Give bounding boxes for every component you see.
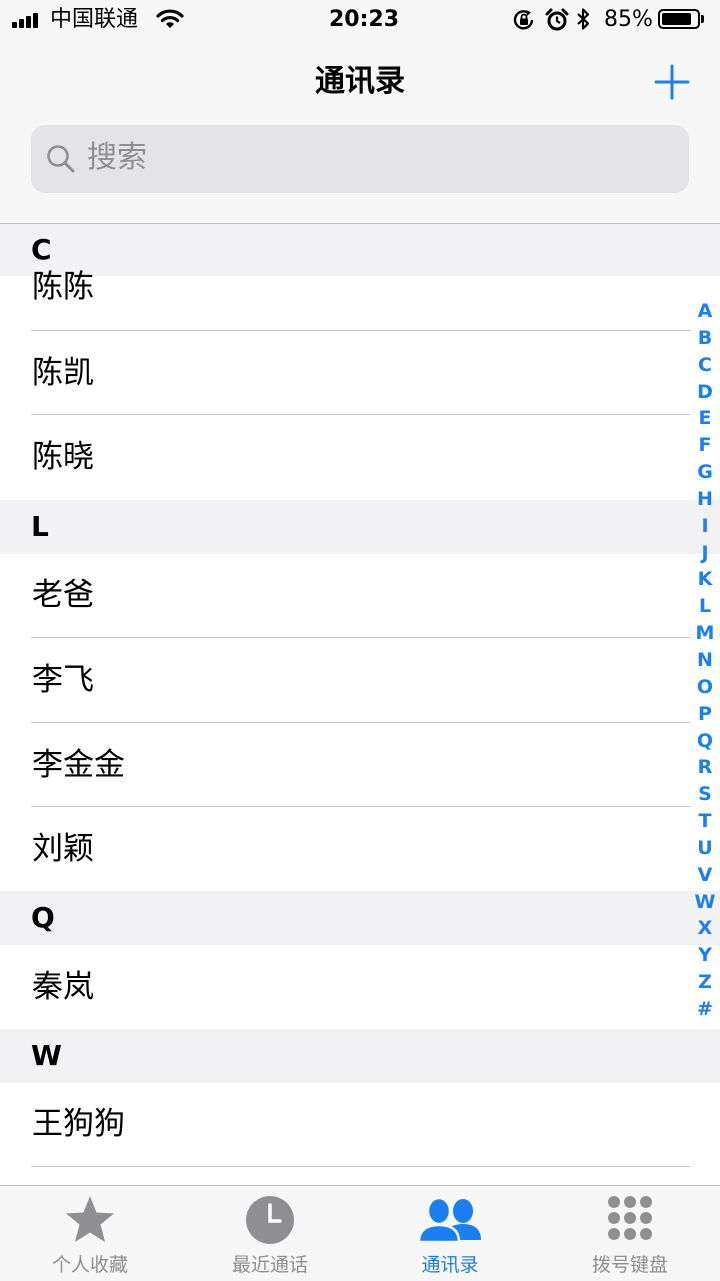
row-separator	[31, 1166, 690, 1167]
index-letter[interactable]: F	[692, 432, 718, 459]
contact-row[interactable]: 李飞	[0, 638, 720, 722]
contact-row[interactable]: 李金金	[0, 723, 720, 806]
battery-icon	[658, 9, 700, 29]
contact-name: 陈晓	[32, 439, 94, 475]
tab-keypad[interactable]: 拨号键盘	[540, 1186, 720, 1281]
bluetooth-icon	[575, 7, 591, 35]
contact-name: 王狗狗	[32, 1106, 125, 1142]
battery-nub	[701, 15, 704, 23]
search-icon	[45, 143, 77, 179]
contact-row[interactable]: 老爸	[0, 554, 720, 637]
index-letter[interactable]: C	[692, 352, 718, 379]
tab-label: 最近通话	[231, 1254, 308, 1276]
contact-row[interactable]: 刘颖	[0, 807, 720, 891]
index-letter[interactable]: Z	[692, 969, 718, 996]
search-placeholder: 搜索	[87, 140, 147, 175]
section-letter: Q	[31, 901, 55, 934]
index-letter[interactable]: R	[692, 754, 718, 781]
section-header-l: L	[0, 500, 720, 554]
index-letter[interactable]: Y	[692, 942, 718, 969]
index-letter[interactable]: U	[692, 835, 718, 862]
index-letter[interactable]: B	[692, 325, 718, 352]
index-letter[interactable]: P	[692, 701, 718, 728]
tab-label: 拨号键盘	[591, 1254, 668, 1276]
contact-row[interactable]: 王狗狗	[0, 1083, 720, 1167]
contacts-icon	[360, 1194, 540, 1250]
contact-row[interactable]: 秦岚	[0, 945, 720, 1029]
tab-bar: 个人收藏 最近通话 通讯录 拨号键盘	[0, 1185, 720, 1281]
index-letter[interactable]: K	[692, 566, 718, 593]
index-letter[interactable]: N	[692, 647, 718, 674]
contact-row[interactable]: 陈晓	[0, 415, 720, 500]
index-letter[interactable]: I	[692, 513, 718, 540]
index-letter[interactable]: X	[692, 915, 718, 942]
index-letter[interactable]: O	[692, 674, 718, 701]
battery-percent: 85%	[604, 7, 653, 32]
section-letter: L	[31, 510, 49, 543]
index-letter[interactable]: W	[692, 889, 718, 916]
contact-name: 李飞	[32, 662, 94, 698]
section-header-w: W	[0, 1029, 720, 1083]
section-letter: C	[31, 233, 52, 266]
section-letter: W	[31, 1039, 62, 1072]
contact-name: 刘颖	[32, 831, 94, 867]
tab-label: 个人收藏	[51, 1254, 128, 1276]
index-letter[interactable]: G	[692, 459, 718, 486]
index-letter[interactable]: S	[692, 781, 718, 808]
index-letter[interactable]: J	[692, 540, 718, 567]
keypad-icon	[540, 1194, 720, 1250]
plus-icon	[654, 64, 690, 100]
index-letter[interactable]: E	[692, 405, 718, 432]
contact-name: 李金金	[32, 747, 125, 783]
contact-name: 老爸	[32, 577, 94, 613]
contact-row[interactable]: 陈陈	[0, 272, 720, 330]
status-bar: 中国联通 20:23 85%	[0, 0, 720, 40]
index-letter[interactable]: T	[692, 808, 718, 835]
search-input[interactable]: 搜索	[31, 125, 689, 193]
section-header-c: C	[0, 224, 720, 276]
contact-name: 秦岚	[32, 969, 94, 1005]
tab-recents[interactable]: 最近通话	[180, 1186, 360, 1281]
contact-name: 陈陈	[32, 269, 94, 305]
index-letter[interactable]: L	[692, 593, 718, 620]
alarm-icon	[545, 8, 569, 36]
add-contact-button[interactable]	[650, 60, 694, 104]
index-letter[interactable]: M	[692, 620, 718, 647]
index-letter[interactable]: A	[692, 298, 718, 325]
tab-label: 通讯录	[421, 1254, 479, 1276]
navigation-header: 通讯录 搜索	[0, 40, 720, 224]
index-letter[interactable]: #	[692, 996, 718, 1023]
rotation-lock-icon	[512, 9, 536, 35]
index-letter[interactable]: V	[692, 862, 718, 889]
tab-favorites[interactable]: 个人收藏	[0, 1186, 180, 1281]
index-letter[interactable]: D	[692, 379, 718, 406]
clock-icon	[180, 1194, 360, 1250]
alphabet-index[interactable]: A B C D E F G H I J K L M N O P Q R S T U V W X Y Z #	[692, 298, 718, 1023]
page-title: 通讯录	[315, 64, 405, 99]
section-header-q: Q	[0, 891, 720, 945]
tab-contacts[interactable]: 通讯录	[360, 1186, 540, 1281]
index-letter[interactable]: Q	[692, 728, 718, 755]
contact-name: 陈凯	[32, 355, 94, 391]
index-letter[interactable]: H	[692, 486, 718, 513]
star-icon	[0, 1194, 180, 1250]
contact-row[interactable]: 陈凯	[0, 331, 720, 415]
